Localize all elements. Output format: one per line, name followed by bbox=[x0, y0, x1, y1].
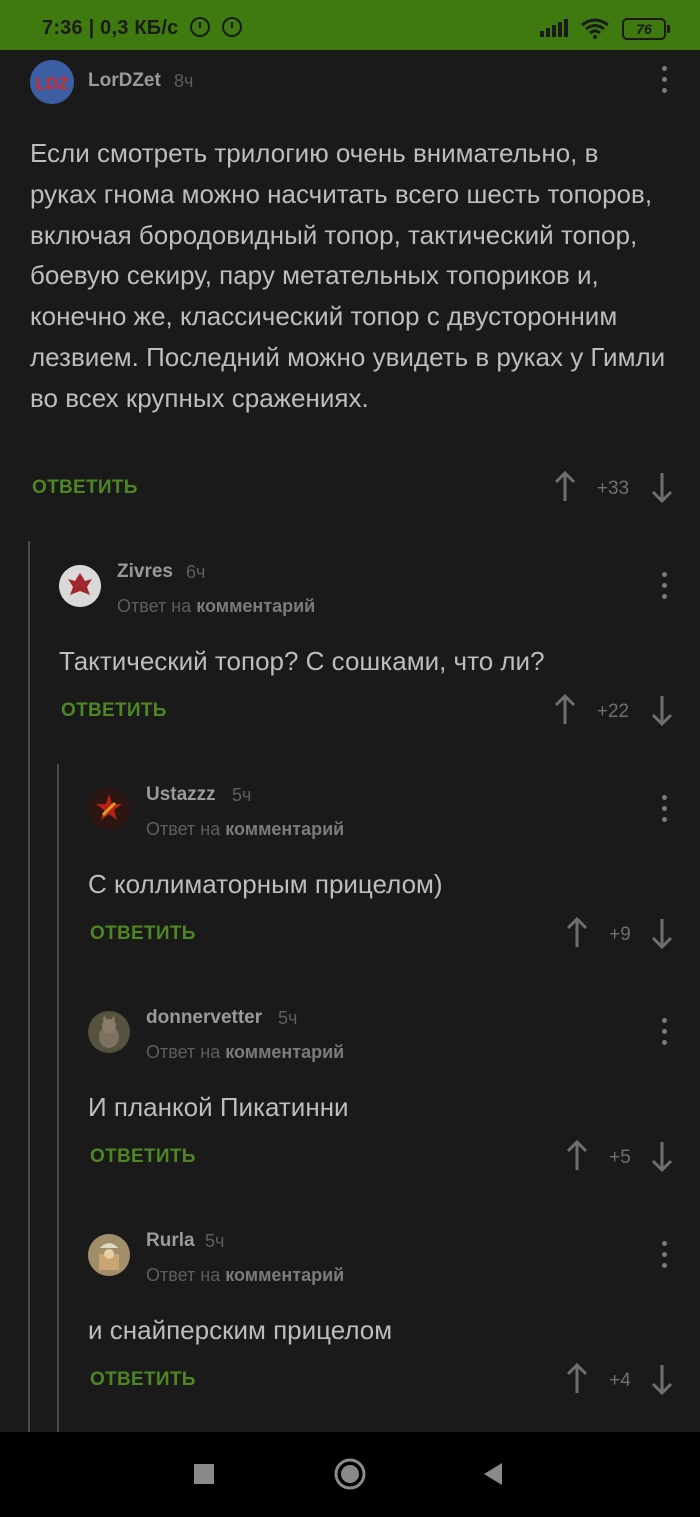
comment-author[interactable]: Rurla bbox=[146, 1230, 195, 1252]
system-nav-bar bbox=[0, 1432, 700, 1517]
status-bar: 7:36 | 0,3 КБ/с 76 bbox=[0, 0, 700, 50]
svg-text:LDZ: LDZ bbox=[35, 74, 68, 93]
comment-author[interactable]: LorDZet bbox=[88, 70, 161, 92]
comment-author[interactable]: Ustazzz bbox=[146, 784, 216, 806]
alarm-icon bbox=[190, 17, 211, 37]
character-avatar-icon bbox=[88, 1234, 130, 1276]
thread-line bbox=[28, 541, 30, 1432]
home-icon[interactable] bbox=[333, 1457, 367, 1491]
hammer-sickle-avatar-icon bbox=[88, 788, 130, 830]
downvote-icon[interactable] bbox=[650, 694, 674, 726]
avatar[interactable]: LDZ bbox=[30, 60, 74, 104]
comment-text: Если смотреть трилогию очень внимательно… bbox=[30, 138, 666, 413]
battery-icon: 76 bbox=[622, 18, 670, 40]
comment-author[interactable]: donnervetter bbox=[146, 1007, 262, 1029]
more-options-icon[interactable] bbox=[660, 66, 668, 94]
upvote-icon[interactable] bbox=[565, 917, 589, 949]
thread-line bbox=[57, 764, 59, 1432]
avatar[interactable] bbox=[88, 1234, 130, 1276]
comment-time: 8ч bbox=[174, 71, 194, 91]
more-options-icon[interactable] bbox=[660, 1241, 668, 1269]
downvote-icon[interactable] bbox=[650, 1140, 674, 1172]
ldz-logo-icon: LDZ bbox=[30, 60, 74, 104]
upvote-icon[interactable] bbox=[553, 694, 577, 726]
cat-avatar-icon bbox=[88, 1011, 130, 1053]
more-options-icon[interactable] bbox=[660, 795, 668, 823]
battery-level: 76 bbox=[636, 21, 652, 37]
wifi-icon bbox=[581, 18, 609, 39]
comment-time: 5ч bbox=[232, 785, 252, 805]
avatar[interactable] bbox=[88, 1011, 130, 1053]
upvote-icon[interactable] bbox=[565, 1363, 589, 1395]
more-options-icon[interactable] bbox=[660, 572, 668, 600]
reply-to-label[interactable]: Ответ на комментарий bbox=[146, 1042, 344, 1063]
comment-text: и снайперским прицелом bbox=[88, 1315, 393, 1345]
recent-apps-icon[interactable] bbox=[193, 1463, 215, 1485]
vote-score: +4 bbox=[609, 1370, 631, 1391]
upvote-icon[interactable] bbox=[553, 471, 577, 503]
reply-button[interactable]: ОТВЕТИТЬ bbox=[61, 700, 167, 722]
comment-author[interactable]: Zivres bbox=[117, 561, 173, 583]
comment-time: 5ч bbox=[205, 1231, 225, 1251]
vote-score: +9 bbox=[609, 924, 631, 945]
vote-score: +22 bbox=[596, 701, 630, 722]
reply-button[interactable]: ОТВЕТИТЬ bbox=[32, 477, 138, 499]
avatar[interactable] bbox=[88, 788, 130, 830]
reply-to-label[interactable]: Ответ на комментарий bbox=[146, 1265, 344, 1286]
alarm-icon bbox=[221, 17, 242, 37]
comment-text: Тактический топор? С сошками, что ли? bbox=[59, 646, 545, 676]
downvote-icon[interactable] bbox=[650, 1363, 674, 1395]
avatar[interactable] bbox=[59, 565, 101, 607]
signal-icon bbox=[540, 19, 568, 37]
downvote-icon[interactable] bbox=[650, 471, 674, 503]
upvote-icon[interactable] bbox=[565, 1140, 589, 1172]
status-left: 7:36 | 0,3 КБ/с bbox=[42, 17, 242, 40]
reply-button[interactable]: ОТВЕТИТЬ bbox=[90, 1369, 196, 1391]
reply-button[interactable]: ОТВЕТИТЬ bbox=[90, 923, 196, 945]
comment-text: С коллиматорным прицелом) bbox=[88, 869, 443, 899]
reply-to-label[interactable]: Ответ на комментарий bbox=[117, 596, 315, 617]
reply-to-label[interactable]: Ответ на комментарий bbox=[146, 819, 344, 840]
downvote-icon[interactable] bbox=[650, 917, 674, 949]
comment-time: 5ч bbox=[278, 1008, 298, 1028]
comment-time: 6ч bbox=[186, 562, 206, 582]
reply-button[interactable]: ОТВЕТИТЬ bbox=[90, 1146, 196, 1168]
status-speed: 0,3 КБ/с bbox=[100, 17, 179, 39]
vote-score: +5 bbox=[609, 1147, 631, 1168]
comment-text: И планкой Пикатинни bbox=[88, 1092, 349, 1122]
vote-score: +33 bbox=[596, 478, 630, 499]
back-icon[interactable] bbox=[482, 1462, 504, 1486]
status-time: 7:36 bbox=[42, 17, 83, 39]
horde-emblem-icon bbox=[59, 565, 101, 607]
more-options-icon[interactable] bbox=[660, 1018, 668, 1046]
